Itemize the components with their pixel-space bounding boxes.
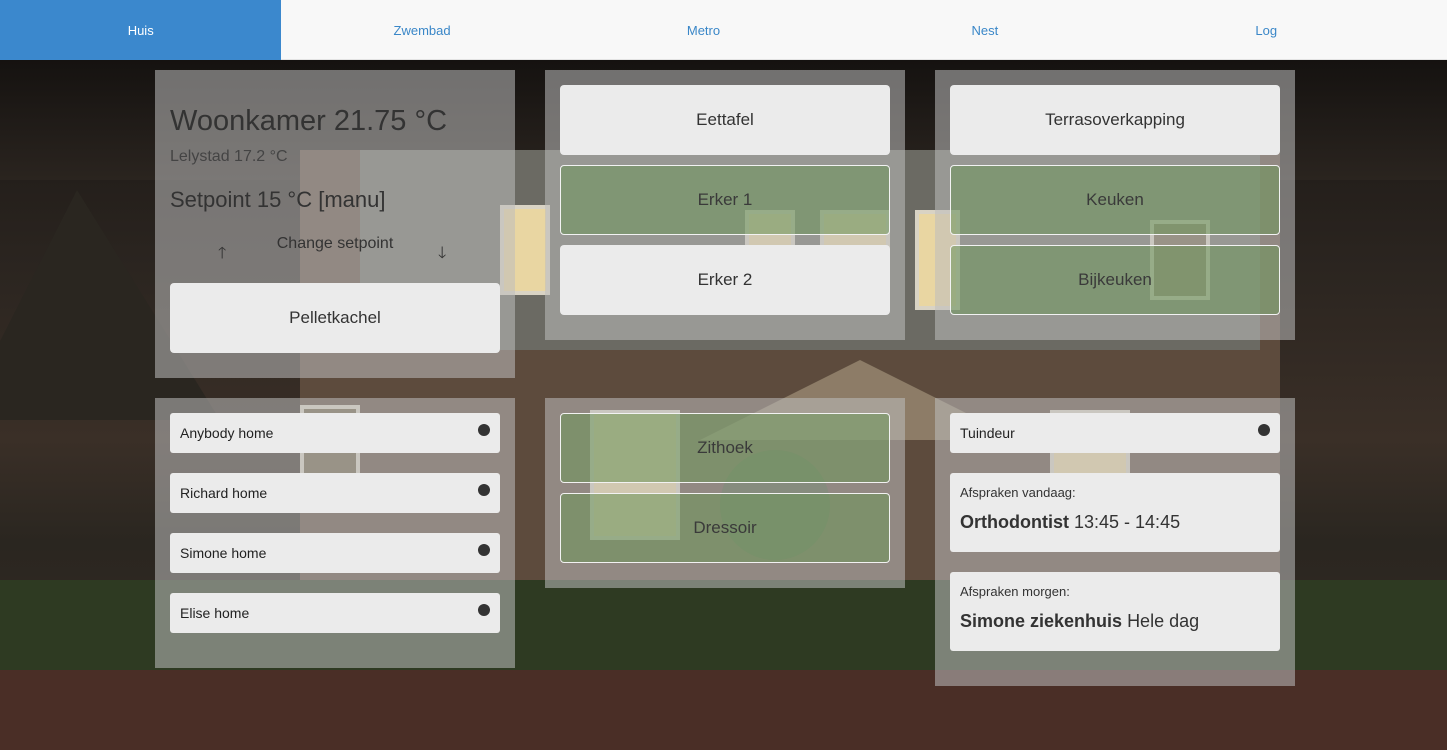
zithoek-button[interactable]: Zithoek (560, 413, 890, 483)
eettafel-button[interactable]: Eettafel (560, 85, 890, 155)
arrow-up-icon[interactable]: 🡑 (218, 242, 226, 269)
erker-2-button[interactable]: Erker 2 (560, 245, 890, 315)
thermostat-panel: Woonkamer 21.75 °C Lelystad 17.2 °C Setp… (155, 70, 515, 378)
agenda-tomorrow-title: Simone ziekenhuis (960, 611, 1123, 631)
status-dot-icon (478, 604, 490, 616)
presence-simone: Simone home (170, 533, 500, 573)
agenda-tomorrow-time: Hele dag (1127, 611, 1200, 631)
agenda-today-time: 13:45 - 14:45 (1074, 512, 1181, 532)
dressoir-button[interactable]: Dressoir (560, 493, 890, 563)
tab-nest[interactable]: Nest (844, 0, 1125, 60)
keuken-button[interactable]: Keuken (950, 165, 1280, 235)
presence-label: Elise home (180, 605, 250, 621)
agenda-today: Afspraken vandaag: Orthodontist 13:45 - … (950, 473, 1280, 552)
agenda-tomorrow-label: Afspraken morgen: (960, 584, 1070, 599)
status-dot-icon (478, 424, 490, 436)
status-dot-icon (478, 484, 490, 496)
lights-panel-lower: Zithoek Dressoir (545, 398, 905, 588)
outside-temperature: Lelystad 17.2 °C (170, 148, 288, 165)
room-temperature: Woonkamer 21.75 °C (170, 105, 448, 137)
presence-elise: Elise home (170, 593, 500, 633)
top-nav: Huis Zwembad Metro Nest Log (0, 0, 1447, 60)
presence-label: Richard home (180, 485, 268, 501)
presence-label: Simone home (180, 545, 267, 561)
agenda-tomorrow: Afspraken morgen: Simone ziekenhuis Hele… (950, 572, 1280, 651)
presence-panel: Anybody home Richard home Simone home El… (155, 398, 515, 668)
lights-panel-right: Terrasoverkapping Keuken Bijkeuken (935, 70, 1295, 340)
pelletkachel-button[interactable]: Pelletkachel (170, 283, 500, 353)
terrasoverkapping-button[interactable]: Terrasoverkapping (950, 85, 1280, 155)
tuindeur-status: Tuindeur (950, 413, 1280, 453)
lights-panel-center: Eettafel Erker 1 Erker 2 (545, 70, 905, 340)
presence-richard: Richard home (170, 473, 500, 513)
tab-zwembad[interactable]: Zwembad (281, 0, 562, 60)
tab-metro[interactable]: Metro (563, 0, 844, 60)
agenda-panel: Tuindeur Afspraken vandaag: Orthodontist… (935, 398, 1295, 686)
setpoint-value: Setpoint 15 °C [manu] (170, 187, 386, 212)
status-dot-icon (1258, 424, 1270, 436)
arrow-down-icon[interactable]: 🡓 (438, 242, 446, 269)
tab-log[interactable]: Log (1126, 0, 1407, 60)
status-dot-icon (478, 544, 490, 556)
door-label: Tuindeur (960, 425, 1015, 441)
presence-label: Anybody home (180, 425, 274, 441)
erker-1-button[interactable]: Erker 1 (560, 165, 890, 235)
bijkeuken-button[interactable]: Bijkeuken (950, 245, 1280, 315)
tab-huis[interactable]: Huis (0, 0, 282, 60)
agenda-today-title: Orthodontist (960, 512, 1069, 532)
agenda-today-entry: Orthodontist 13:45 - 14:45 (960, 512, 1270, 533)
agenda-tomorrow-entry: Simone ziekenhuis Hele dag (960, 611, 1270, 632)
presence-anybody: Anybody home (170, 413, 500, 453)
change-setpoint-label: Change setpoint (276, 235, 394, 252)
agenda-today-label: Afspraken vandaag: (960, 485, 1076, 500)
